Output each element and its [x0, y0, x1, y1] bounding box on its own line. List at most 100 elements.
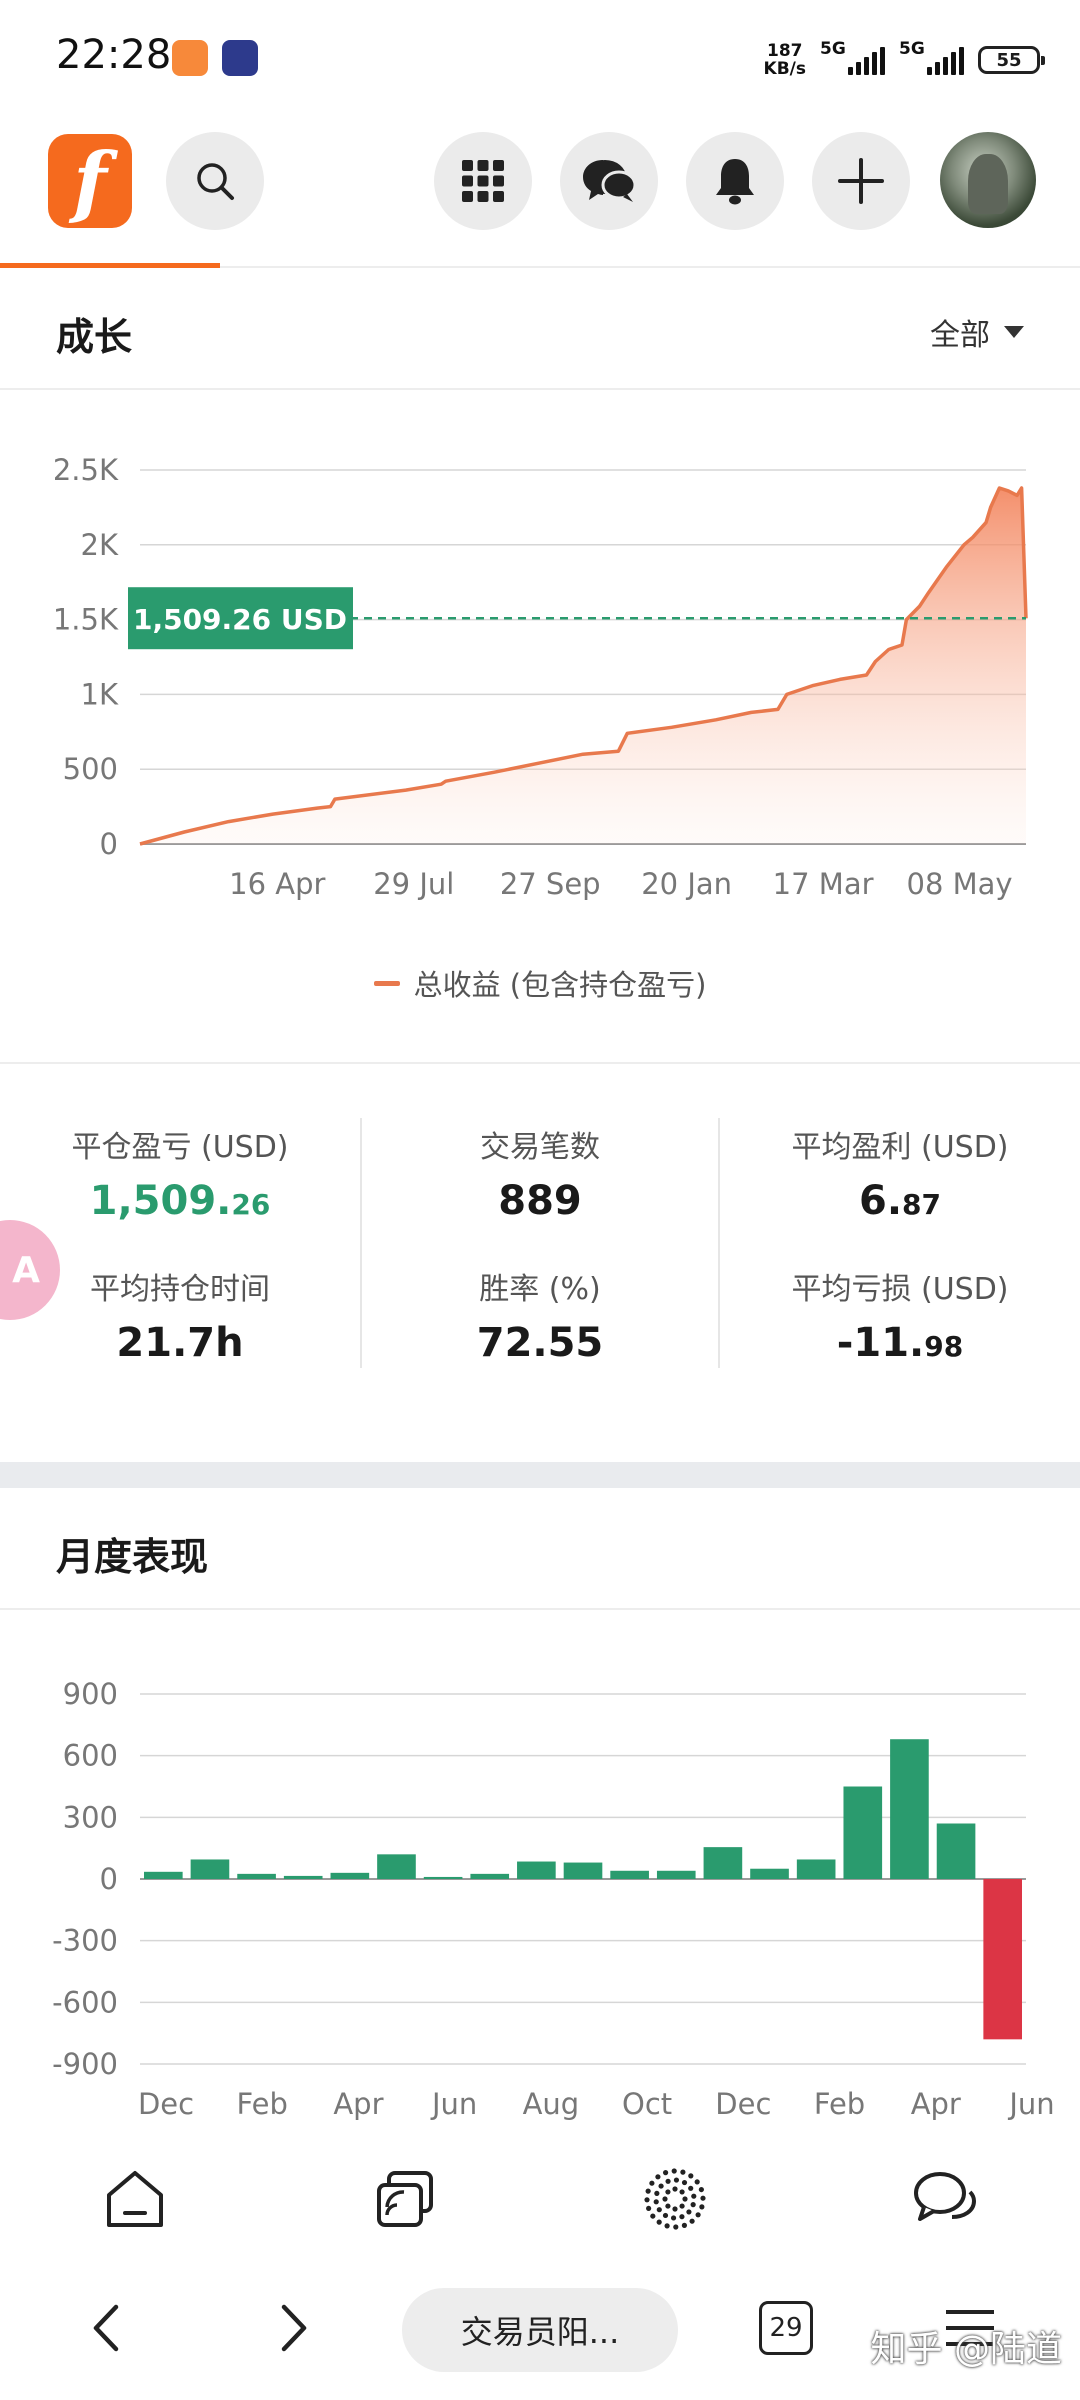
- legend-swatch: [373, 980, 400, 986]
- monthly-header: 月度表现: [0, 1490, 1080, 1610]
- monthly-title: 月度表现: [56, 1535, 209, 1579]
- y-tick-label: -300: [52, 1924, 118, 1958]
- bar: [423, 1876, 463, 1879]
- forward-button[interactable]: [254, 2288, 334, 2368]
- bar: [983, 1879, 1022, 2040]
- active-tab-indicator: [0, 263, 220, 268]
- home-icon: [107, 2171, 163, 2227]
- notifications-button[interactable]: [686, 132, 784, 230]
- x-tick-label: 16 Apr: [229, 867, 325, 901]
- bar: [470, 1873, 510, 1879]
- stat-trade-count: 交易笔数 889: [362, 1122, 718, 1224]
- bar: [703, 1847, 743, 1879]
- messages-icon: [914, 2172, 977, 2221]
- growth-legend: 总收益 (包含持仓盈亏): [0, 962, 1080, 1004]
- stat-label: 交易笔数: [480, 1130, 600, 1165]
- y-tick-label: 600: [63, 1739, 118, 1773]
- stat-value: 6.87: [859, 1178, 941, 1224]
- x-tick-label: 20 Jan: [641, 867, 732, 901]
- stock-app-icon: [222, 40, 258, 76]
- stat-label: 平均盈利 (USD): [791, 1130, 1009, 1165]
- stat-label: 胜率 (%): [479, 1272, 601, 1307]
- back-button[interactable]: [66, 2288, 146, 2368]
- tab-count: 29: [759, 2301, 813, 2355]
- shopping-app-icon: [172, 40, 208, 76]
- growth-header: 成长 全部: [0, 270, 1080, 390]
- x-tick-label: Aug: [523, 2087, 580, 2121]
- chat-icon: [583, 160, 637, 202]
- tab-messages[interactable]: [910, 2164, 980, 2234]
- x-tick-label: Dec: [138, 2087, 194, 2121]
- apps-grid-icon: [462, 160, 504, 202]
- bar: [890, 1739, 929, 1879]
- status-bar: 22:28 187 KB/s 5G 5G 55: [0, 0, 1080, 118]
- x-tick-label: 17 Mar: [773, 867, 874, 901]
- bar: [656, 1870, 696, 1879]
- x-tick-label: Jun: [1007, 2087, 1054, 2121]
- y-tick-label: -600: [52, 1985, 118, 2019]
- watermark: 知乎 @陆道: [870, 2329, 1062, 2370]
- bar: [796, 1859, 836, 1879]
- stat-value: 21.7h: [116, 1320, 244, 1366]
- stat-win-rate: 胜率 (%) 72.55: [362, 1264, 718, 1366]
- discover-icon: [644, 2168, 706, 2230]
- plus-icon: [838, 158, 884, 204]
- stat-value: 72.55: [476, 1320, 604, 1366]
- x-tick-label: Apr: [333, 2087, 383, 2121]
- x-tick-label: Dec: [715, 2087, 771, 2121]
- browser-bar: 交易员阳... 29 知乎 @陆道: [0, 2270, 1080, 2400]
- monthly-chart: 900 600 300 0 -300 -600 -900 Dec Feb Apr Jun Aug Oct…: [52, 1677, 1054, 2121]
- search-icon: [197, 163, 234, 200]
- caret-down-icon: [1004, 326, 1024, 338]
- series-area: [140, 488, 1026, 844]
- bar: [237, 1873, 276, 1879]
- range-filter-label: 全部: [930, 318, 990, 353]
- page-title-pill[interactable]: 交易员阳...: [402, 2288, 678, 2372]
- y-tick-label: 2.5K: [53, 453, 119, 487]
- range-filter-dropdown[interactable]: 全部: [930, 310, 1024, 354]
- tab-home[interactable]: [100, 2164, 170, 2234]
- y-tick-label: -900: [52, 2047, 118, 2081]
- x-tick-label: Jun: [430, 2087, 477, 2121]
- bar: [843, 1786, 883, 1879]
- bar: [936, 1823, 976, 1879]
- reference-label: 1,509.26 USD: [133, 603, 347, 636]
- stats-grid: 平仓盈亏 (USD) 1,509.26 平均持仓时间 21.7h 交易笔数 88…: [0, 1118, 1080, 1368]
- stats-column-2: 交易笔数 889 胜率 (%) 72.55: [360, 1118, 720, 1368]
- y-tick-label: 0: [100, 1862, 118, 1896]
- battery-icon: 55: [978, 46, 1045, 74]
- x-tick-label: Oct: [622, 2087, 672, 2121]
- bar: [190, 1859, 230, 1879]
- signal-icon-2: 5G: [899, 39, 964, 75]
- y-tick-label: 900: [63, 1677, 118, 1711]
- stats-column-3: 平均盈利 (USD) 6.87 平均亏损 (USD) -11.98: [720, 1118, 1080, 1368]
- status-indicators: 187 KB/s 5G 5G 55: [763, 36, 1045, 84]
- y-tick-label: 1.5K: [53, 603, 119, 637]
- status-time: 22:28: [56, 32, 172, 78]
- chat-button[interactable]: [560, 132, 658, 230]
- stat-value: -11.98: [836, 1320, 964, 1366]
- app-logo[interactable]: f: [48, 134, 132, 228]
- y-tick-label: 300: [63, 1800, 118, 1834]
- growth-title: 成长: [56, 315, 133, 359]
- stat-value: 889: [498, 1178, 582, 1224]
- apps-button[interactable]: [434, 132, 532, 230]
- chevron-right-icon: [281, 2304, 307, 2352]
- growth-legend-label: 总收益 (包含持仓盈亏): [413, 968, 707, 1002]
- add-button[interactable]: [812, 132, 910, 230]
- search-button[interactable]: [166, 132, 264, 230]
- bar: [377, 1854, 416, 1879]
- feed-icon: [377, 2171, 433, 2227]
- stat-label: 平均亏损 (USD): [791, 1272, 1009, 1307]
- tab-discover[interactable]: [640, 2164, 710, 2234]
- x-tick-label: 08 May: [907, 867, 1013, 901]
- x-tick-label: 27 Sep: [500, 867, 601, 901]
- avatar[interactable]: [940, 132, 1036, 228]
- bar: [330, 1872, 370, 1879]
- stat-value: 1,509.26: [89, 1178, 271, 1224]
- bar: [563, 1862, 603, 1879]
- network-speed: 187 KB/s: [763, 41, 806, 79]
- tab-feed[interactable]: [370, 2164, 440, 2234]
- divider: [0, 1062, 1080, 1064]
- tabs-button[interactable]: 29: [746, 2288, 826, 2368]
